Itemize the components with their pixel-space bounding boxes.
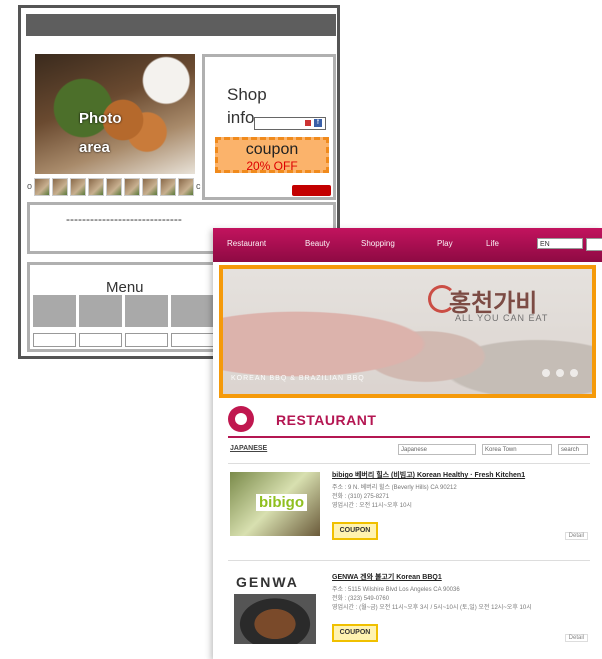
menu-title: Menu [106, 279, 144, 296]
description-placeholder-line: ----------------------------- [66, 212, 182, 226]
menu-item[interactable] [125, 295, 168, 347]
language-select[interactable]: EN [537, 238, 583, 249]
hero-banner[interactable]: 홍천가비 ALL YOU CAN EAT KOREAN BBQ & BRAZIL… [219, 265, 596, 398]
thumb-nav-left[interactable]: o [27, 178, 32, 196]
menu-item-image [33, 295, 76, 327]
wireframe-header-bar [26, 14, 336, 36]
coupon-button[interactable]: COUPON [332, 624, 378, 642]
menu-item-caption [125, 333, 168, 347]
photo-label-line2: area [79, 139, 110, 156]
photo-label-line1: Photo [79, 110, 122, 127]
photo-thumbnail[interactable] [70, 178, 87, 196]
listing-image[interactable]: bibigo [230, 472, 320, 536]
menu-item[interactable] [79, 295, 122, 347]
nav-item-life[interactable]: Life [486, 239, 499, 248]
listing-image[interactable]: GENWA [230, 574, 320, 644]
banner-pager-dot[interactable] [570, 369, 578, 377]
photo-thumbnail[interactable] [34, 178, 51, 196]
banner-pager-dot[interactable] [542, 369, 550, 377]
photo-thumbnail[interactable] [142, 178, 159, 196]
menu-item[interactable] [33, 295, 76, 347]
facebook-icon[interactable]: f [314, 119, 322, 127]
photo-thumbnail[interactable] [160, 178, 177, 196]
photo-thumbnail-strip[interactable]: o c [27, 178, 201, 196]
restaurant-listing[interactable]: bibigo bibigo 베버리 힐스 (비빔고) Korean Health… [228, 466, 590, 556]
coupon-button[interactable]: COUPON [332, 522, 378, 540]
website-screenshot: Restaurant Beauty Shopping Play Life EN … [213, 228, 602, 659]
listing-address: 주소 : 9 N. 베버리 힐스 (Beverly Hills) CA 9021… [332, 485, 457, 491]
section-title: RESTAURANT [276, 412, 377, 428]
coupon-discount: 20% OFF [246, 159, 298, 173]
nav-item-play[interactable]: Play [437, 239, 453, 248]
menu-item-caption [79, 333, 122, 347]
nav-item-restaurant[interactable]: Restaurant [227, 239, 266, 248]
listing-hours: 영업시간 : (월~금) 오전 11시~오후 3시 / 5시~10시 (토,일)… [332, 605, 532, 611]
menu-item[interactable] [171, 295, 214, 347]
photo-thumbnail[interactable] [52, 178, 69, 196]
area-select[interactable]: Korea Town [482, 444, 552, 455]
banner-pager[interactable] [542, 369, 578, 377]
shop-action-button[interactable] [292, 185, 331, 196]
sns-share-bar[interactable]: f [254, 117, 326, 130]
nav-search-input[interactable] [586, 238, 602, 251]
coupon-box[interactable]: coupon 20% OFF [215, 137, 329, 173]
listing-phone: 전화 : (310) 275-8271 [332, 494, 390, 500]
listing-address: 주소 : 5115 Wilshire Blvd Los Angeles CA 9… [332, 587, 460, 593]
nav-item-shopping[interactable]: Shopping [361, 239, 395, 248]
menu-item-caption [171, 333, 214, 347]
restaurant-listing[interactable]: GENWA GENWA 겐와 불고기 Korean BBQ1 주소 : 5115… [228, 568, 590, 658]
listing-hours: 영업시간 : 오전 11시~오후 10시 [332, 503, 412, 509]
listing-title[interactable]: GENWA 겐와 불고기 Korean BBQ1 [332, 572, 442, 582]
restaurant-section-header: RESTAURANT [228, 406, 590, 438]
listing-title[interactable]: bibigo 베버리 힐스 (비빔고) Korean Healthy · Fre… [332, 470, 525, 480]
detail-button[interactable]: Detail [564, 532, 588, 540]
menu-item-image [171, 295, 214, 327]
photo-thumbnail[interactable] [106, 178, 123, 196]
category-label: JAPANESE [230, 445, 268, 452]
divider [228, 560, 590, 561]
listing-logo: GENWA [236, 574, 299, 590]
photo-thumbnail[interactable] [88, 178, 105, 196]
divider [228, 463, 590, 464]
banner-tagline: ALL YOU CAN EAT [455, 313, 549, 323]
category-select[interactable]: Japanese [398, 444, 476, 455]
thumb-nav-right[interactable]: c [196, 178, 201, 196]
nav-item-beauty[interactable]: Beauty [305, 239, 330, 248]
top-nav-bar: Restaurant Beauty Shopping Play Life EN [213, 228, 602, 262]
share-icon[interactable] [305, 120, 311, 126]
menu-item-caption [33, 333, 76, 347]
filter-bar: JAPANESE Japanese Korea Town search [228, 443, 590, 459]
menu-item-image [125, 295, 168, 327]
plate-icon [228, 406, 254, 432]
photo-thumbnail[interactable] [178, 178, 195, 196]
shop-info-box: Shop info f coupon 20% OFF [202, 54, 336, 200]
photo-thumbnail[interactable] [124, 178, 141, 196]
banner-pager-dot[interactable] [556, 369, 564, 377]
search-button[interactable]: search [558, 444, 588, 455]
listing-food-photo [234, 594, 316, 644]
coupon-title: coupon [245, 141, 299, 158]
menu-item-image [79, 295, 122, 327]
banner-caption: KOREAN BBQ & BRAZILIAN BBQ [231, 375, 365, 382]
listing-logo: bibigo [256, 494, 307, 511]
listing-phone: 전화 : (323) 549-0760 [332, 596, 390, 602]
detail-button[interactable]: Detail [564, 634, 588, 642]
